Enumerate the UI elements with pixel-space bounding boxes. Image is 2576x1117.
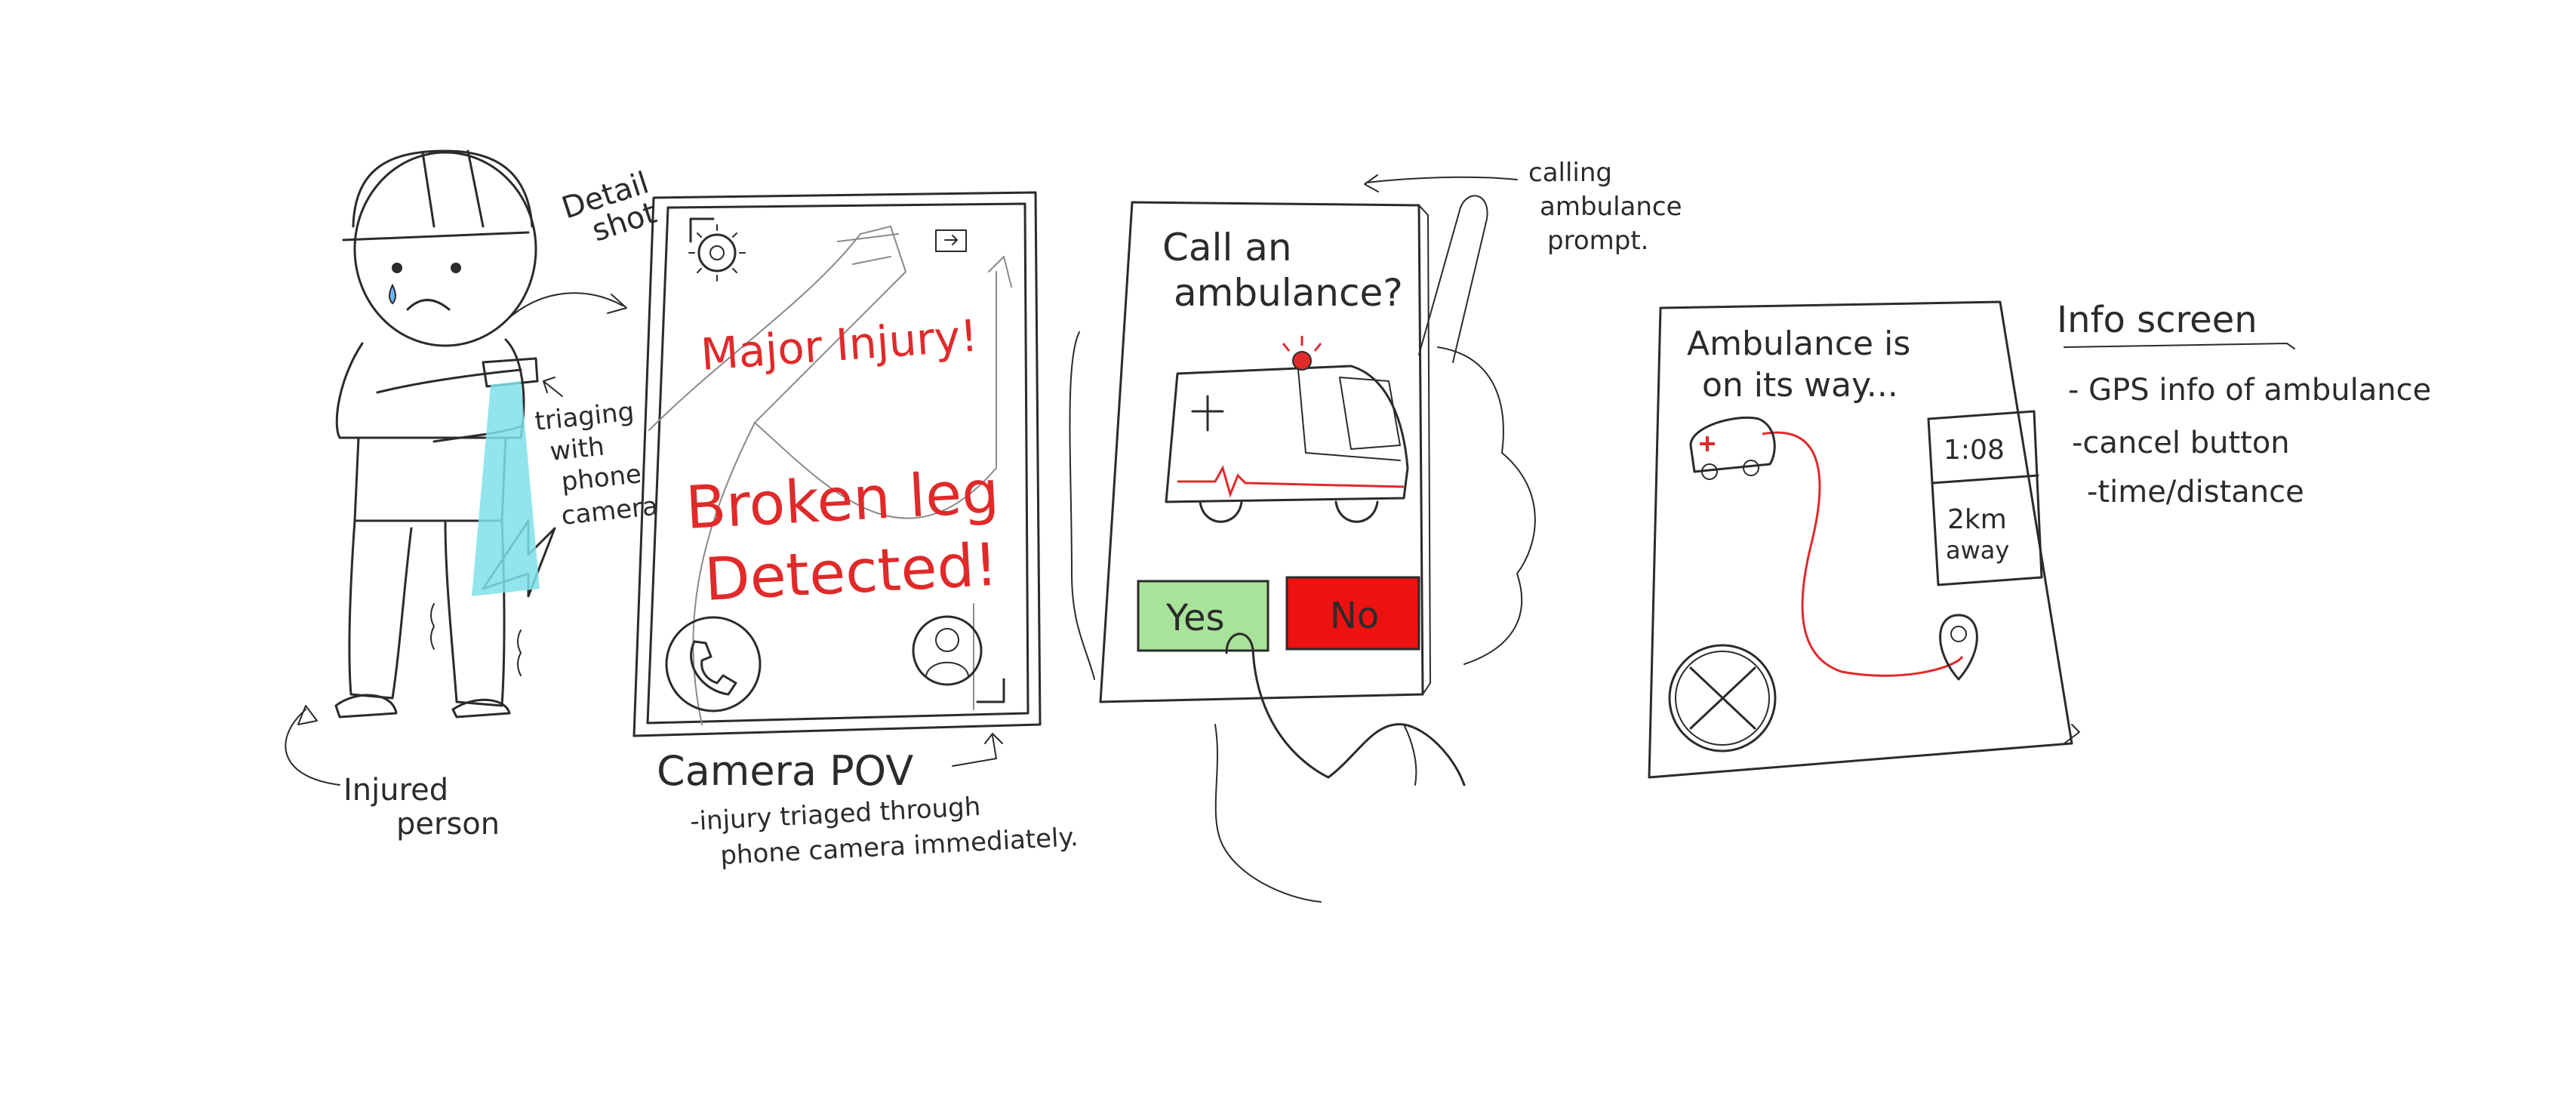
broken-leg-alert-line2: Detected! [703, 531, 999, 614]
injured-label-1: Injured [343, 773, 448, 808]
battery-icon [935, 229, 967, 252]
injured-person-arrow [285, 709, 340, 786]
gear-icon[interactable] [688, 224, 746, 282]
profile-icon [935, 628, 959, 652]
eta-time: 1:08 [1944, 435, 2005, 466]
calling-prompt-label-3: prompt. [1547, 226, 1648, 256]
info-note-1: - GPS info of ambulance [2068, 373, 2431, 408]
triaging-label-2: with [549, 432, 606, 467]
distance-unit: away [1946, 536, 2009, 565]
ambulance-icon [1689, 416, 1776, 480]
info-note-2: -cancel button [2072, 426, 2290, 460]
cancel-button[interactable] [1668, 644, 1777, 752]
info-screen-title: Info screen [2057, 299, 2257, 341]
call-button[interactable] [665, 616, 762, 712]
location-pin-icon [1939, 614, 1978, 681]
calling-prompt-label-1: calling [1528, 158, 1612, 188]
close-icon [1689, 666, 1756, 730]
ambulance-info-screen: Ambulance is on its way... 1:08 2km away [1648, 300, 2080, 779]
distance-value: 2km [1947, 504, 2007, 535]
major-injury-alert: Major Injury! [699, 309, 979, 380]
call-question-line2: ambulance? [1174, 271, 1403, 315]
no-label: No [1330, 595, 1379, 637]
calling-prompt-label-2: ambulance [1540, 192, 1682, 222]
yes-label: Yes [1165, 597, 1224, 639]
broken-leg-alert-line1: Broken leg [684, 458, 1001, 543]
call-ambulance-screen: Call an ambulance? Yes No [1069, 195, 1536, 903]
calling-prompt-arrow [1365, 176, 1518, 183]
storyboard-canvas: Injured person triaging with phone camer… [285, 149, 2431, 903]
info-note-3: -time/distance [2087, 475, 2304, 509]
ambulance-illustration [1165, 336, 1409, 523]
call-question-line1: Call an [1162, 226, 1292, 269]
injured-person-figure [334, 149, 556, 719]
status-line1: Ambulance is [1687, 325, 1910, 363]
triaging-label-4: camera [560, 491, 660, 531]
camera-pov-screen: Major Injury! Broken leg Detected! [632, 191, 1042, 737]
phone-icon [690, 640, 737, 696]
profile-button[interactable] [912, 615, 983, 686]
injured-label-2: person [396, 807, 500, 842]
camera-pov-title: Camera POV [657, 747, 913, 795]
status-line2: on its way... [1702, 366, 1898, 405]
triaging-label-1: triaging [534, 396, 636, 437]
